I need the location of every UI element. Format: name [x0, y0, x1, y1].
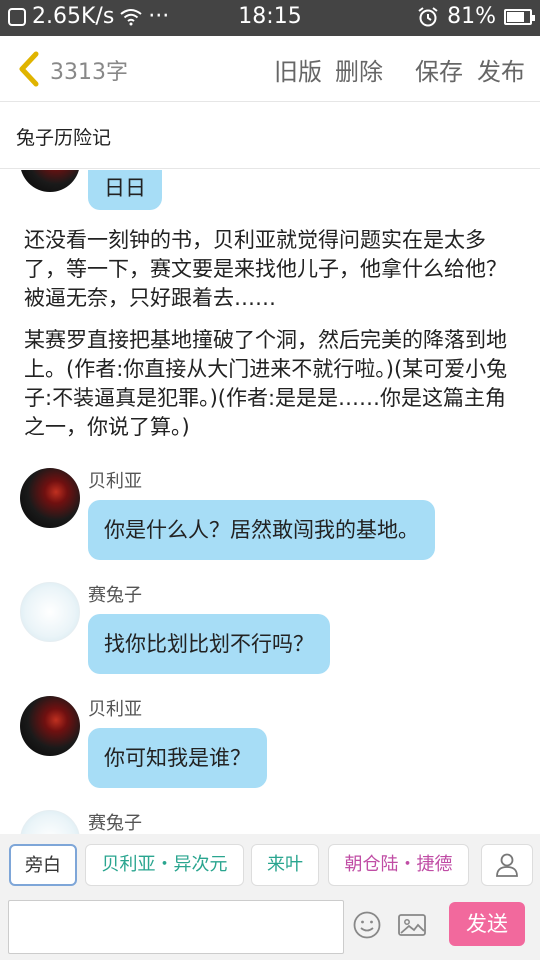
add-role-button[interactable]	[481, 844, 533, 886]
old-version-button[interactable]: 旧版	[274, 52, 322, 87]
message-bubble[interactable]: 你可知我是谁？	[88, 728, 267, 788]
role-narrator[interactable]: 旁白	[9, 844, 77, 886]
avatar[interactable]	[20, 170, 80, 192]
avatar[interactable]	[20, 468, 80, 528]
role-laiye[interactable]: 来叶	[251, 844, 319, 886]
input-bar: 发送	[0, 896, 540, 960]
top-bar: 3313字 旧版 删除 保存 发布	[0, 36, 540, 102]
role-selector-bar: 旁白 贝利亚・异次元 来叶 朝仓陆・捷德	[0, 834, 540, 896]
send-button[interactable]: 发送	[449, 902, 525, 946]
battery-icon	[504, 8, 535, 25]
word-count: 3313字	[50, 60, 128, 85]
publish-button[interactable]: 发布	[477, 52, 525, 87]
image-icon[interactable]	[397, 910, 427, 940]
speaker-name: 贝利亚	[88, 471, 142, 492]
emoji-icon[interactable]	[352, 910, 382, 940]
status-bar: 2.65K/s ··· 18:15 81%	[0, 0, 540, 36]
back-arrow-icon[interactable]	[14, 50, 44, 88]
message-bubble[interactable]: 你是什么人？居然敢闯我的基地。	[88, 500, 435, 560]
message-bubble[interactable]: 找你比划比划不行吗？	[88, 614, 330, 674]
avatar[interactable]	[20, 696, 80, 756]
message-input[interactable]	[8, 900, 344, 954]
alarm-icon	[418, 6, 438, 26]
delete-button[interactable]: 删除	[335, 52, 383, 87]
role-asakura-riku[interactable]: 朝仓陆・捷德	[328, 844, 469, 886]
narration-block[interactable]: 还没看一刻钟的书，贝利亚就觉得问题实在是太多了，等一下，赛文要是来找他儿子，他拿…	[24, 226, 514, 313]
avatar[interactable]	[20, 810, 80, 834]
save-button[interactable]: 保存	[415, 52, 463, 87]
story-content[interactable]: 日日 还没看一刻钟的书，贝利亚就觉得问题实在是太多了，等一下，赛文要是来找他儿子…	[0, 170, 540, 834]
message-bubble[interactable]: 日日	[88, 170, 162, 210]
avatar[interactable]	[20, 582, 80, 642]
speaker-name: 赛兔子	[88, 813, 142, 834]
role-belial[interactable]: 贝利亚・异次元	[85, 844, 244, 886]
speaker-name: 赛兔子	[88, 585, 142, 606]
person-icon	[496, 853, 518, 877]
battery-percent: 81%	[447, 4, 496, 29]
battery-fill	[507, 11, 525, 22]
narration-block[interactable]: 某赛罗直接把基地撞破了个洞，然后完美的降落到地上。(作者:你直接从大门进来不就行…	[24, 326, 514, 442]
story-title-bar[interactable]: 兔子历险记	[0, 103, 540, 169]
story-title: 兔子历险记	[16, 127, 112, 149]
speaker-name: 贝利亚	[88, 699, 142, 720]
